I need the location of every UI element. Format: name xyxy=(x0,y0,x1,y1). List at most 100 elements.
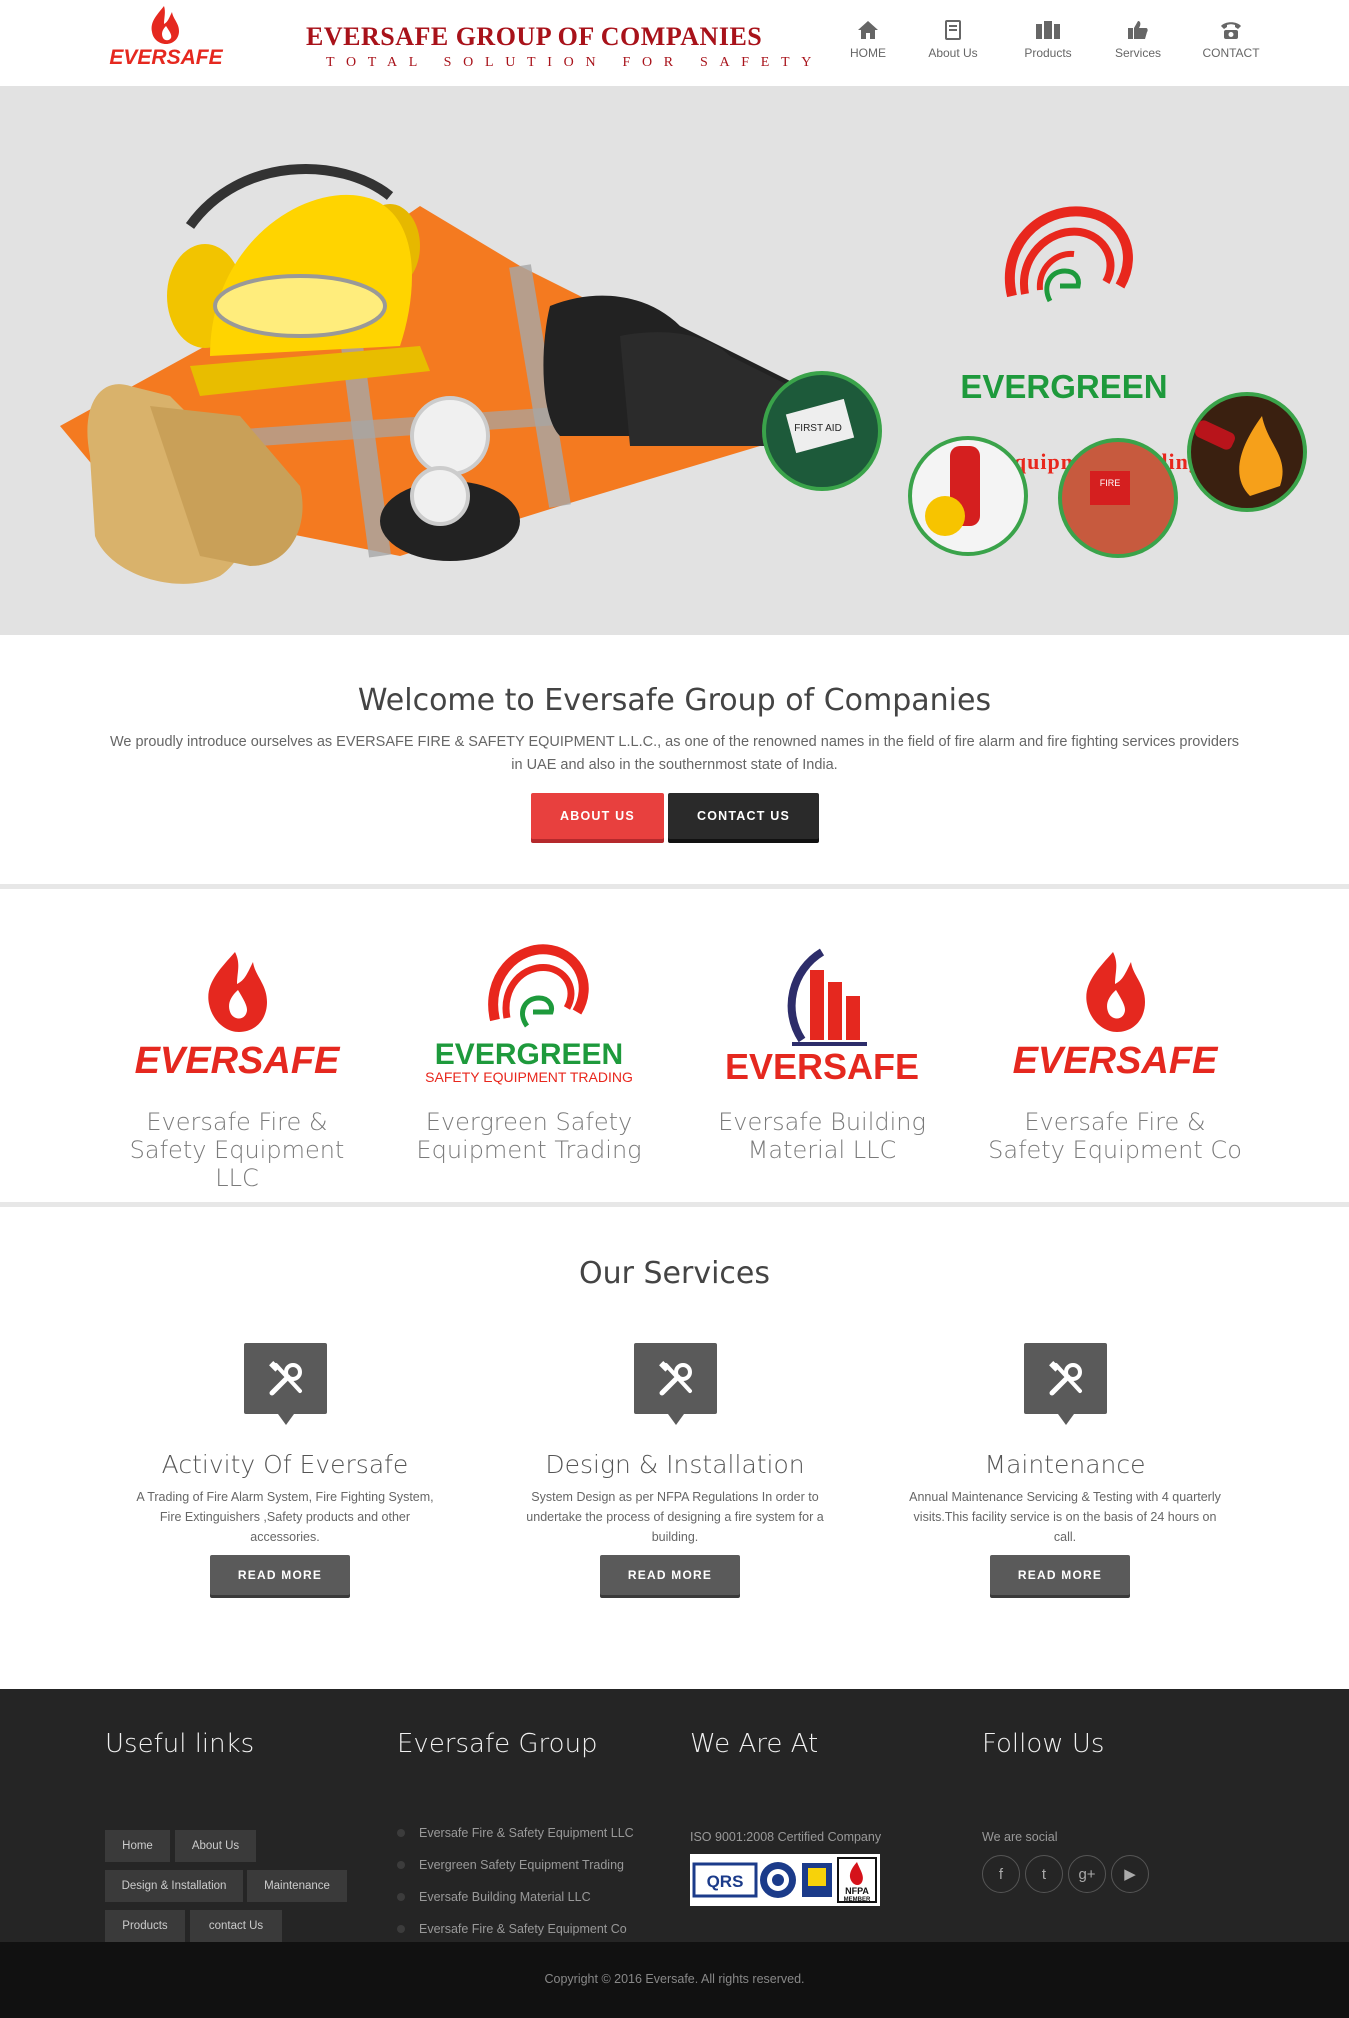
iso-certification-text: ISO 9001:2008 Certified Company xyxy=(690,1830,882,1844)
site-footer: Useful links Home About Us Design & Inst… xyxy=(0,1689,1349,1942)
evergreen-logo xyxy=(1004,206,1133,303)
site-tagline: TOTAL SOLUTION FOR SAFETY xyxy=(326,55,824,70)
fire-extinguisher-circle xyxy=(908,436,1028,556)
nav-contact-label: CONTACT xyxy=(1202,46,1260,60)
first-aid-text: FIRST AID xyxy=(794,423,842,434)
qrs-cert-text: QRS xyxy=(707,1872,744,1891)
fire-alarm-circle: FIRE xyxy=(1058,438,1178,558)
tools-icon xyxy=(1048,1361,1082,1396)
building-logo-icon: EVERSAFE xyxy=(725,948,919,1087)
section-divider xyxy=(0,884,1349,889)
site-header: EVERSAFE EVERSAFE GROUP OF COMPANIES TOT… xyxy=(0,0,1349,86)
company-name: Eversafe Fire & Safety Equipment Co xyxy=(988,1108,1242,1164)
company-name: Eversafe Fire & Safety Equipment LLC xyxy=(129,1108,345,1192)
service-icon-box xyxy=(633,1343,717,1425)
first-aid-circle: FIRST AID xyxy=(762,371,882,491)
nav-home-label: HOME xyxy=(850,46,886,60)
footer-heading: Eversafe Group xyxy=(397,1729,598,1759)
company-card-evergreen[interactable]: EVERGREEN SAFETY EQUIPMENT TRADING Everg… xyxy=(399,940,659,1164)
footer-group: Eversafe Group Eversafe Fire & Safety Eq… xyxy=(397,1729,667,1936)
service-card-design: Design & Installation System Design as p… xyxy=(515,1343,835,1595)
service-icon-box xyxy=(243,1343,327,1425)
company-logo-subtext: SAFETY EQUIPMENT TRADING xyxy=(425,1069,633,1085)
facebook-icon[interactable]: f xyxy=(982,1855,1020,1893)
footer-useful-links: Useful links Home About Us Design & Inst… xyxy=(105,1729,375,1942)
hero-brand: EVERGREEN xyxy=(960,368,1167,405)
nav-services[interactable]: Services xyxy=(1098,20,1178,62)
nav-products-label: Products xyxy=(1024,46,1072,60)
evergreen-logo-icon: EVERGREEN SAFETY EQUIPMENT TRADING xyxy=(425,944,633,1085)
nav-products[interactable]: Products xyxy=(1008,20,1088,62)
document-icon xyxy=(945,20,961,40)
footer-location: We Are At ISO 9001:2008 Certified Compan… xyxy=(690,1729,960,1906)
group-list: Eversafe Fire & Safety Equipment LLC Eve… xyxy=(397,1824,634,1952)
nav-services-label: Services xyxy=(1114,46,1161,60)
thumbs-up-icon xyxy=(1128,21,1148,39)
read-more-button[interactable]: READ MORE xyxy=(210,1555,350,1595)
eversafe-logo[interactable]: EVERSAFE xyxy=(106,4,226,69)
footer-heading: Follow Us xyxy=(982,1729,1105,1759)
service-card-activity: Activity Of Eversafe A Trading of Fire A… xyxy=(125,1343,445,1595)
welcome-text: We proudly introduce ourselves as EVERSA… xyxy=(109,734,1240,773)
logo-wordmark: EVERSAFE xyxy=(109,46,223,69)
group-list-item[interactable]: Evergreen Safety Equipment Trading xyxy=(397,1856,634,1888)
footer-link-design[interactable]: Design & Installation xyxy=(105,1870,243,1902)
group-list-item[interactable]: Eversafe Fire & Safety Equipment LLC xyxy=(397,1824,634,1856)
flame-icon xyxy=(151,6,179,44)
service-description: Annual Maintenance Servicing & Testing w… xyxy=(909,1490,1221,1544)
hero-illustration: EVERGREEN Safety Equipment Trading FIRST… xyxy=(60,163,1307,584)
service-card-maintenance: Maintenance Annual Maintenance Servicing… xyxy=(905,1343,1225,1595)
about-us-button[interactable]: ABOUT US xyxy=(531,793,664,839)
tools-icon xyxy=(658,1361,692,1396)
footer-link-home[interactable]: Home xyxy=(105,1830,170,1862)
copyright-text: Copyright © 2016 Eversafe. All rights re… xyxy=(544,1972,805,1986)
company-name: Eversafe Building Material LLC xyxy=(718,1108,926,1164)
hard-hat-image xyxy=(190,194,430,396)
fire-circle xyxy=(1187,392,1307,512)
group-list-item[interactable]: Eversafe Building Material LLC xyxy=(397,1888,634,1920)
service-description: A Trading of Fire Alarm System, Fire Fig… xyxy=(136,1490,434,1544)
company-card-eversafe-building[interactable]: EVERSAFE Eversafe Building Material LLC xyxy=(692,940,952,1164)
company-card-eversafe-fire-llc[interactable]: EVERSAFE Eversafe Fire & Safety Equipmen… xyxy=(107,940,367,1192)
hero-banner: EVERGREEN Safety Equipment Trading FIRST… xyxy=(0,86,1349,635)
products-icon xyxy=(1036,21,1060,39)
service-description: System Design as per NFPA Regulations In… xyxy=(526,1490,824,1544)
services-title: Our Services xyxy=(578,1256,770,1291)
certification-badges-icon: QRS NFPA MEMBER xyxy=(692,1857,877,1903)
company-logo-text: EVERSAFE xyxy=(135,1040,341,1082)
fire-alarm-text: FIRE xyxy=(1100,478,1121,488)
eversafe-flame-logo-icon: EVERSAFE xyxy=(135,952,341,1082)
read-more-button[interactable]: READ MORE xyxy=(990,1555,1130,1595)
footer-link-products[interactable]: Products xyxy=(105,1910,185,1942)
footer-link-contact[interactable]: contact Us xyxy=(190,1910,282,1942)
contact-us-button[interactable]: CONTACT US xyxy=(668,793,819,839)
footer-heading: Useful links xyxy=(105,1729,255,1759)
twitter-icon[interactable]: t xyxy=(1025,1855,1063,1893)
section-divider xyxy=(0,1202,1349,1207)
eversafe-flame-logo-icon: EVERSAFE xyxy=(1013,952,1219,1082)
company-logo-text: EVERSAFE xyxy=(725,1046,919,1087)
service-icon-box xyxy=(1023,1343,1107,1425)
telephone-icon xyxy=(1221,22,1241,39)
youtube-icon[interactable]: ▶ xyxy=(1111,1855,1149,1893)
footer-link-about[interactable]: About Us xyxy=(175,1830,256,1862)
service-title: Design & Installation xyxy=(545,1450,805,1479)
nfpa-cert-text: NFPA xyxy=(845,1886,869,1896)
company-logo-text: EVERSAFE xyxy=(1013,1040,1219,1082)
nav-contact[interactable]: CONTACT xyxy=(1191,20,1271,62)
tools-icon xyxy=(268,1361,302,1396)
service-title: Activity Of Eversafe xyxy=(161,1450,409,1479)
footer-heading: We Are At xyxy=(690,1729,819,1759)
nav-home[interactable]: HOME xyxy=(828,20,908,62)
welcome-title: Welcome to Eversafe Group of Companies xyxy=(357,683,992,718)
member-cert-text: MEMBER xyxy=(844,1897,871,1903)
google-plus-icon[interactable]: g+ xyxy=(1068,1855,1106,1893)
read-more-button[interactable]: READ MORE xyxy=(600,1555,740,1595)
nav-about[interactable]: About Us xyxy=(913,20,993,62)
site-title: EVERSAFE GROUP OF COMPANIES xyxy=(306,22,763,51)
company-card-eversafe-fire-co[interactable]: EVERSAFE Eversafe Fire & Safety Equipmen… xyxy=(985,940,1245,1164)
footer-link-maintenance[interactable]: Maintenance xyxy=(247,1870,347,1902)
certification-logos: QRS NFPA MEMBER xyxy=(690,1854,880,1906)
nav-about-label: About Us xyxy=(928,46,978,60)
copyright-bar: Copyright © 2016 Eversafe. All rights re… xyxy=(0,1942,1349,2018)
